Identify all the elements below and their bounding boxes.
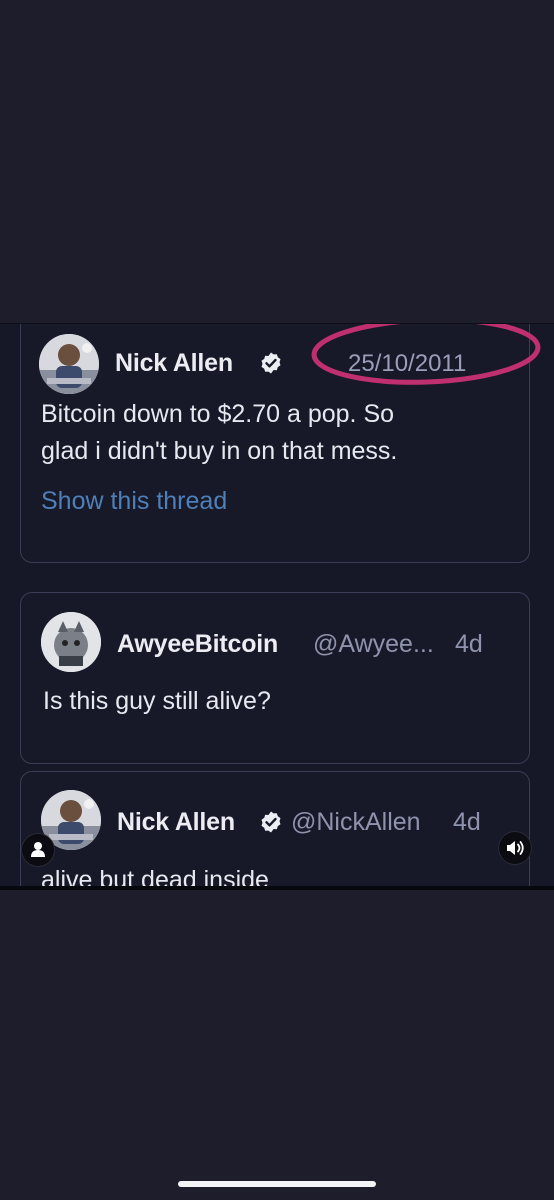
display-name[interactable]: AwyeeBitcoin [117, 630, 278, 659]
person-icon [31, 842, 45, 857]
user-handle[interactable]: @NickAllen [291, 808, 421, 837]
mute-button[interactable] [499, 832, 531, 864]
home-indicator [178, 1181, 376, 1187]
display-name[interactable]: Nick Allen [115, 349, 233, 378]
video-frame[interactable]: Nick Allen 25/10/2011 Bitcoin down to $2… [0, 323, 554, 890]
show-thread-link[interactable]: Show this thread [41, 487, 227, 516]
display-name[interactable]: Nick Allen [117, 808, 235, 837]
tweet-text-line-1: alive but dead inside [41, 866, 269, 890]
speaker-icon [507, 841, 524, 855]
verified-icon [259, 351, 283, 375]
avatar[interactable] [39, 334, 99, 394]
tweet-text-line-1: Is this guy still alive? [43, 687, 271, 715]
tweet-time: 4d [455, 630, 483, 658]
profile-button[interactable] [22, 834, 54, 866]
tweet-card-original[interactable]: Nick Allen 25/10/2011 Bitcoin down to $2… [20, 324, 541, 563]
user-handle[interactable]: @Awyee... [313, 630, 434, 659]
highlight-circle [311, 324, 541, 385]
tweet-card-reply-2[interactable]: Nick Allen @NickAllen 4d alive but dead … [20, 771, 530, 890]
verified-icon [259, 810, 283, 834]
tweet-card-reply[interactable]: AwyeeBitcoin @Awyee... 4d Is this guy st… [20, 592, 530, 764]
story-screen: Nick Allen 25/10/2011 Bitcoin down to $2… [0, 0, 554, 1200]
tweet-text-line-2: glad i didn't buy in on that mess. [41, 437, 398, 465]
tweet-time: 4d [453, 808, 481, 836]
tweet-text-line-1: Bitcoin down to $2.70 a pop. So [41, 400, 395, 428]
avatar[interactable] [41, 612, 101, 672]
